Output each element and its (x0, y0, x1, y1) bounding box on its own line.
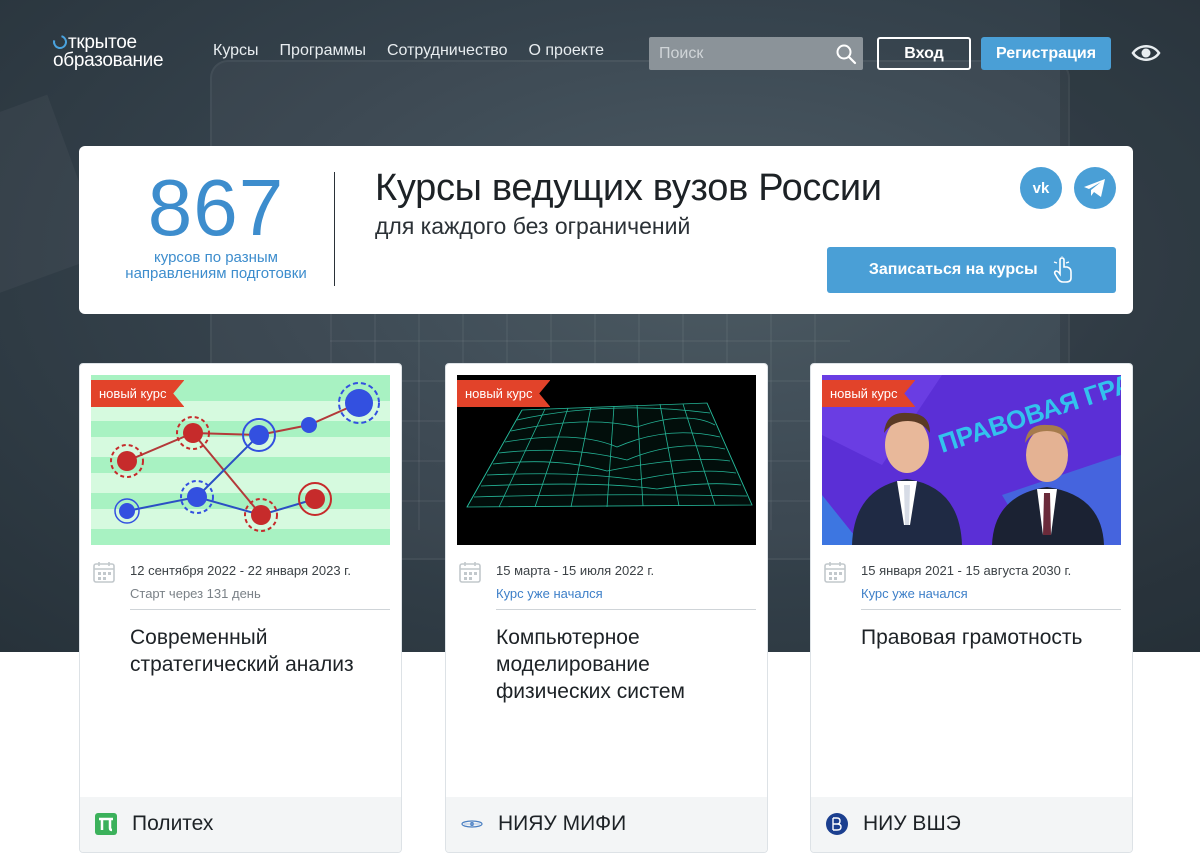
university-name[interactable]: Политех (132, 812, 213, 836)
course-count-desc-1: курсов по разным (154, 249, 278, 266)
vk-icon[interactable]: vk (1020, 167, 1062, 209)
card-divider (861, 609, 1121, 610)
course-status: Старт через 131 день (130, 586, 261, 601)
site-header: ткрытое образование Курсы Программы Сотр… (0, 0, 1200, 100)
paper-plane-icon (1084, 179, 1105, 197)
eye-icon[interactable] (1131, 41, 1161, 65)
new-course-badge: новый курс (822, 380, 916, 407)
calendar-icon (459, 562, 481, 583)
course-count-block: 867 курсов по разным направлениям подгот… (101, 166, 331, 282)
university-name[interactable]: НИЯУ МИФИ (498, 812, 626, 836)
hse-logo-icon (826, 813, 848, 835)
university-name[interactable]: НИУ ВШЭ (863, 812, 961, 836)
banner-title: Курсы ведущих вузов России (375, 167, 882, 209)
site-logo[interactable]: ткрытое образование (50, 32, 193, 71)
register-button[interactable]: Регистрация (981, 37, 1111, 70)
nav-about[interactable]: О проекте (529, 42, 604, 60)
course-title[interactable]: Современный стратегический анализ (130, 624, 390, 678)
telegram-icon[interactable] (1074, 167, 1116, 209)
course-dates: 15 марта - 15 июля 2022 г. (496, 563, 655, 578)
course-count-desc-2: направлениям подготовки (125, 265, 307, 282)
card-divider (130, 609, 390, 610)
pointer-hand-icon (1053, 256, 1072, 283)
main-nav: Курсы Программы Сотрудничество О проекте (213, 42, 604, 60)
search-input[interactable] (649, 37, 829, 70)
nav-programs[interactable]: Программы (280, 42, 366, 60)
banner-subtitle: для каждого без ограничений (375, 213, 691, 239)
enroll-button[interactable]: Записаться на курсы (827, 247, 1116, 293)
course-status: Курс уже начался (861, 586, 968, 601)
polytech-logo-icon (95, 813, 117, 835)
logo-line-2: образование (53, 50, 164, 71)
course-dates: 12 сентября 2022 - 22 января 2023 г. (130, 563, 351, 578)
course-card[interactable]: новый курс 12 сентября 2022 - 22 января … (79, 363, 402, 853)
calendar-icon (93, 562, 115, 583)
mephi-logo-icon (461, 820, 483, 828)
card-footer: НИУ ВШЭ (811, 797, 1132, 852)
nav-courses[interactable]: Курсы (213, 42, 259, 60)
course-dates: 15 января 2021 - 15 августа 2030 г. (861, 563, 1072, 578)
search-box (649, 37, 863, 70)
login-button[interactable]: Вход (877, 37, 971, 70)
card-footer: НИЯУ МИФИ (446, 797, 767, 852)
new-course-badge: новый курс (457, 380, 551, 407)
vk-icon-label: vk (1032, 179, 1050, 197)
search-icon[interactable] (835, 43, 857, 65)
nav-cooperation[interactable]: Сотрудничество (387, 42, 508, 60)
card-footer: Политех (80, 797, 401, 852)
logo-ring-icon (50, 32, 70, 52)
course-card[interactable]: ПРАВОВАЯ ГРАМОТНОСТЬ новый курс 15 январ… (810, 363, 1133, 853)
course-title[interactable]: Компьютерное моделирование физических си… (496, 624, 756, 705)
course-count: 867 (147, 163, 285, 252)
course-status: Курс уже начался (496, 586, 603, 601)
course-title[interactable]: Правовая грамотность (861, 624, 1121, 651)
banner-divider (334, 172, 335, 286)
card-divider (496, 609, 756, 610)
course-card[interactable]: новый курс 15 марта - 15 июля 2022 г. Ку… (445, 363, 768, 853)
calendar-icon (824, 562, 846, 583)
enroll-button-label: Записаться на курсы (868, 261, 1038, 279)
hero-banner: 867 курсов по разным направлениям подгот… (79, 146, 1133, 314)
new-course-badge: новый курс (91, 380, 185, 407)
